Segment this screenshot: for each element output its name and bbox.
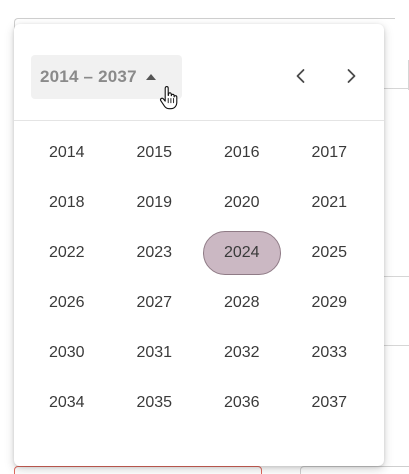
year-cell: 2027 xyxy=(111,278,199,328)
year-cell: 2036 xyxy=(198,378,286,428)
year-picker-popup: 2014 – 2037 2014 2015 2016 2017 2018 201… xyxy=(14,24,384,466)
caret-up-icon xyxy=(145,74,156,80)
background-field-edge xyxy=(384,276,409,277)
previous-range-button[interactable] xyxy=(285,60,317,92)
year-cell: 2022 xyxy=(23,228,111,278)
year-cell: 2021 xyxy=(286,178,374,228)
year-grid: 2014 2015 2016 2017 2018 2019 2020 2021 … xyxy=(14,128,384,428)
year-cell: 2015 xyxy=(111,128,199,178)
background-field-edge xyxy=(384,345,409,346)
next-range-button[interactable] xyxy=(335,60,367,92)
year-option[interactable]: 2037 xyxy=(290,381,368,425)
year-option[interactable]: 2019 xyxy=(115,181,193,225)
year-cell: 2030 xyxy=(23,328,111,378)
year-cell: 2034 xyxy=(23,378,111,428)
year-cell: 2029 xyxy=(286,278,374,328)
year-cell: 2016 xyxy=(198,128,286,178)
year-cell: 2033 xyxy=(286,328,374,378)
year-option[interactable]: 2026 xyxy=(28,281,106,325)
chevron-right-icon xyxy=(347,69,356,83)
year-option[interactable]: 2018 xyxy=(28,181,106,225)
year-cell: 2026 xyxy=(23,278,111,328)
year-option[interactable]: 2022 xyxy=(28,231,106,275)
chevron-left-icon xyxy=(296,69,305,83)
year-cell: 2017 xyxy=(286,128,374,178)
background-field-error xyxy=(14,466,262,474)
year-option[interactable]: 2027 xyxy=(115,281,193,325)
year-option[interactable]: 2014 xyxy=(28,131,106,175)
year-cell: 2018 xyxy=(23,178,111,228)
year-option[interactable]: 2031 xyxy=(115,331,193,375)
year-option[interactable]: 2017 xyxy=(290,131,368,175)
year-range-label: 2014 – 2037 xyxy=(40,67,137,86)
year-cell: 2025 xyxy=(286,228,374,278)
year-option[interactable]: 2032 xyxy=(203,331,281,375)
year-cell: 2031 xyxy=(111,328,199,378)
year-picker-header: 2014 – 2037 xyxy=(14,24,384,121)
year-cell: 2035 xyxy=(111,378,199,428)
year-cell: 2014 xyxy=(23,128,111,178)
year-cell: 2023 xyxy=(111,228,199,278)
year-option[interactable]: 2029 xyxy=(290,281,368,325)
year-option[interactable]: 2016 xyxy=(203,131,281,175)
year-option-selected[interactable]: 2024 xyxy=(202,231,281,275)
year-option[interactable]: 2036 xyxy=(203,381,281,425)
year-option[interactable]: 2015 xyxy=(115,131,193,175)
year-cell: 2024 xyxy=(198,228,286,278)
background-field-edge xyxy=(384,88,409,89)
year-option[interactable]: 2034 xyxy=(28,381,106,425)
year-cell: 2032 xyxy=(198,328,286,378)
year-option[interactable]: 2028 xyxy=(203,281,281,325)
year-option[interactable]: 2033 xyxy=(290,331,368,375)
year-option[interactable]: 2035 xyxy=(115,381,193,425)
year-option[interactable]: 2023 xyxy=(115,231,193,275)
year-option[interactable]: 2030 xyxy=(28,331,106,375)
year-cell: 2020 xyxy=(198,178,286,228)
hand-pointer-icon xyxy=(159,86,178,110)
year-option[interactable]: 2025 xyxy=(290,231,368,275)
year-option[interactable]: 2020 xyxy=(203,181,281,225)
year-cell: 2037 xyxy=(286,378,374,428)
page: 2014 – 2037 2014 2015 2016 2017 2018 201… xyxy=(0,0,409,474)
year-cell: 2028 xyxy=(198,278,286,328)
background-field xyxy=(300,466,409,474)
year-cell: 2019 xyxy=(111,178,199,228)
year-option[interactable]: 2021 xyxy=(290,181,368,225)
